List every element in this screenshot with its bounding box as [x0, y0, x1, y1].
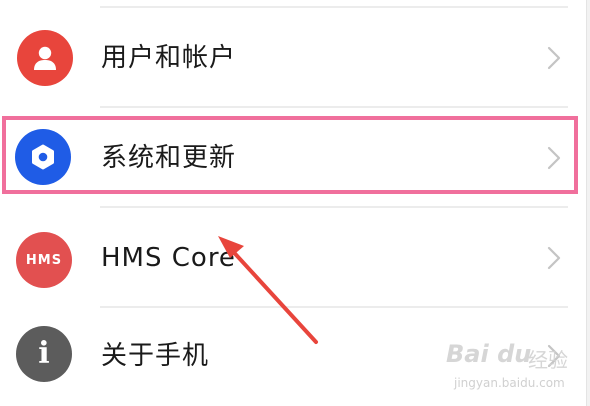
divider [100, 106, 568, 108]
settings-item-label: HMS Core [101, 243, 236, 273]
settings-item-users-accounts[interactable]: 用户和帐户 [0, 10, 586, 106]
person-glyph [34, 46, 56, 70]
divider [100, 6, 568, 8]
divider [100, 206, 568, 208]
hms-logo-icon: HMS [16, 232, 72, 288]
info-icon: i [16, 326, 72, 382]
settings-item-hms-core[interactable]: HMS HMS Core [0, 210, 586, 306]
hms-icon-text: HMS [25, 252, 63, 268]
highlight-box [2, 116, 578, 194]
person-icon [17, 30, 73, 86]
settings-item-label: 用户和帐户 [101, 43, 237, 73]
settings-item-label: 关于手机 [101, 341, 210, 371]
baidu-watermark: Bai du 经验 jingyan.baidu.com [446, 336, 586, 396]
watermark-suffix: 经验 [528, 348, 568, 372]
chevron-right-icon [547, 46, 561, 70]
watermark-logo: Bai du [446, 340, 532, 368]
chevron-right-icon [547, 246, 561, 270]
info-icon-text: i [38, 336, 50, 371]
watermark-url: jingyan.baidu.com [454, 376, 565, 390]
